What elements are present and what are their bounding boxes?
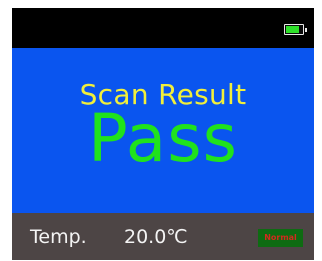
status-bar: [12, 8, 314, 48]
battery-icon: [284, 24, 307, 35]
temperature-bar: Temp. 20.0℃ Normal: [12, 213, 314, 260]
scan-result-panel: Scan Result Pass: [12, 48, 314, 213]
temperature-label: Temp.: [30, 226, 87, 248]
scan-result-value: Pass: [87, 100, 239, 177]
device-screen: Scan Result Pass Temp. 20.0℃ Normal: [12, 8, 314, 260]
battery-level-fill: [286, 26, 299, 33]
device-bezel: Scan Result Pass Temp. 20.0℃ Normal: [0, 0, 322, 261]
status-badge: Normal: [258, 229, 303, 247]
temperature-value: 20.0℃: [124, 226, 188, 248]
